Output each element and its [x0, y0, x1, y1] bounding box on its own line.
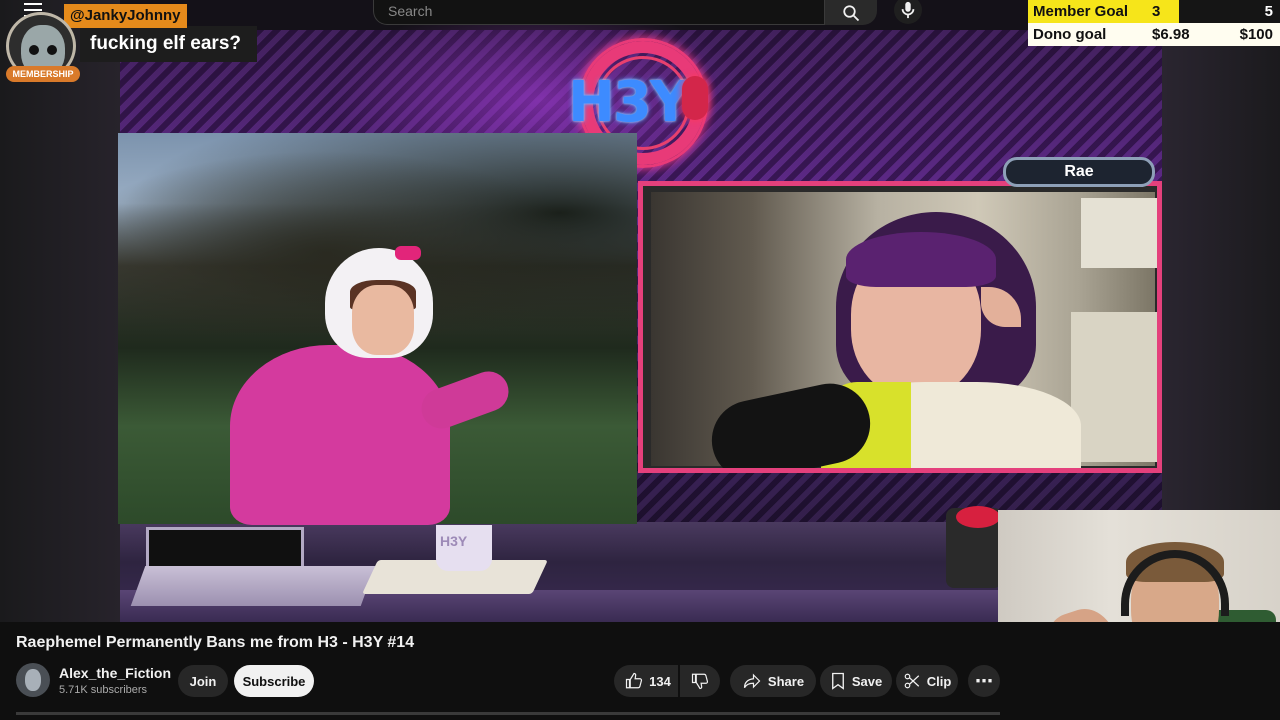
- clip-button[interactable]: Clip: [896, 665, 958, 697]
- share-label: Share: [767, 673, 805, 689]
- photo-hat-bow: [395, 246, 421, 260]
- desk-laptop-keyboard: [130, 566, 376, 606]
- chat-message: fucking elf ears?: [80, 26, 257, 62]
- bookmark-icon: [831, 672, 844, 690]
- chat-avatar-eye: [47, 45, 57, 55]
- subscribe-button[interactable]: Subscribe: [234, 665, 314, 697]
- channel-name[interactable]: Alex_the_Fiction: [59, 665, 171, 681]
- dono-goal: Dono goal $6.98 $100: [1028, 23, 1280, 46]
- guest-camera: [638, 181, 1162, 473]
- member-goal-current: 3: [1152, 3, 1161, 20]
- guest-room: [651, 192, 1157, 468]
- member-goal-target: 5: [1264, 3, 1273, 20]
- member-goal: Member Goal 3 5: [1028, 0, 1280, 23]
- like-count: 134: [649, 673, 671, 689]
- thumbs-down-icon: [691, 673, 709, 690]
- kitchen-cabinet: [1081, 198, 1157, 268]
- kitchen-shelf: [1071, 312, 1157, 462]
- dono-goal-target: $100: [1239, 26, 1273, 43]
- chat-avatar-eye: [29, 45, 39, 55]
- photo-child-face: [352, 285, 414, 355]
- streamer-hand: [1037, 601, 1133, 622]
- goals-panel: Member Goal 3 5 Dono goal $6.98 $100: [1028, 0, 1280, 46]
- save-label: Save: [851, 673, 883, 689]
- guest-bangs: [846, 232, 996, 287]
- share-icon: [743, 673, 761, 689]
- youtube-watch-page: H3Y Rae H3Y Search fucking elf ears? @Ja…: [0, 0, 1280, 720]
- clip-label: Clip: [926, 673, 952, 689]
- search-button[interactable]: [825, 0, 877, 25]
- dono-goal-current: $6.98: [1152, 26, 1190, 43]
- channel-avatar-face: [25, 669, 41, 691]
- member-goal-label: Member Goal: [1033, 3, 1129, 20]
- save-button[interactable]: Save: [820, 665, 892, 697]
- video-left-edge: [0, 0, 120, 622]
- scissors-icon: [904, 673, 919, 689]
- search-icon: [843, 4, 860, 21]
- desk-red-button: [956, 506, 1000, 528]
- desk-laptop-screen: [146, 527, 304, 569]
- like-button[interactable]: 134: [614, 665, 678, 697]
- join-button[interactable]: Join: [178, 665, 228, 697]
- channel-avatar[interactable]: [16, 663, 50, 697]
- subscriber-count: 5.71K subscribers: [59, 684, 148, 696]
- dono-goal-label: Dono goal: [1033, 26, 1107, 43]
- photo-child-jacket: [230, 345, 450, 525]
- video-player[interactable]: H3Y Rae H3Y: [0, 0, 1280, 622]
- thumbs-up-icon: [626, 672, 643, 689]
- search-input[interactable]: Search: [373, 0, 825, 25]
- more-icon[interactable]: ⋯: [968, 665, 1000, 697]
- streamer-webcam: [998, 510, 1280, 622]
- membership-badge: MEMBERSHIP: [6, 66, 80, 82]
- dislike-button[interactable]: [680, 665, 720, 697]
- mic-icon: [901, 1, 915, 19]
- show-logo: H3Y: [568, 70, 690, 135]
- page-scroll-track: [16, 712, 1000, 715]
- chat-username: @JankyJohnny: [64, 4, 187, 28]
- logo-mic-icon: [682, 76, 708, 120]
- guest-name-tag: Rae: [1003, 157, 1155, 187]
- share-button[interactable]: Share: [730, 665, 816, 697]
- video-title: Raephemel Permanently Bans me from H3 - …: [16, 634, 415, 651]
- mug-logo: H3Y: [440, 533, 468, 549]
